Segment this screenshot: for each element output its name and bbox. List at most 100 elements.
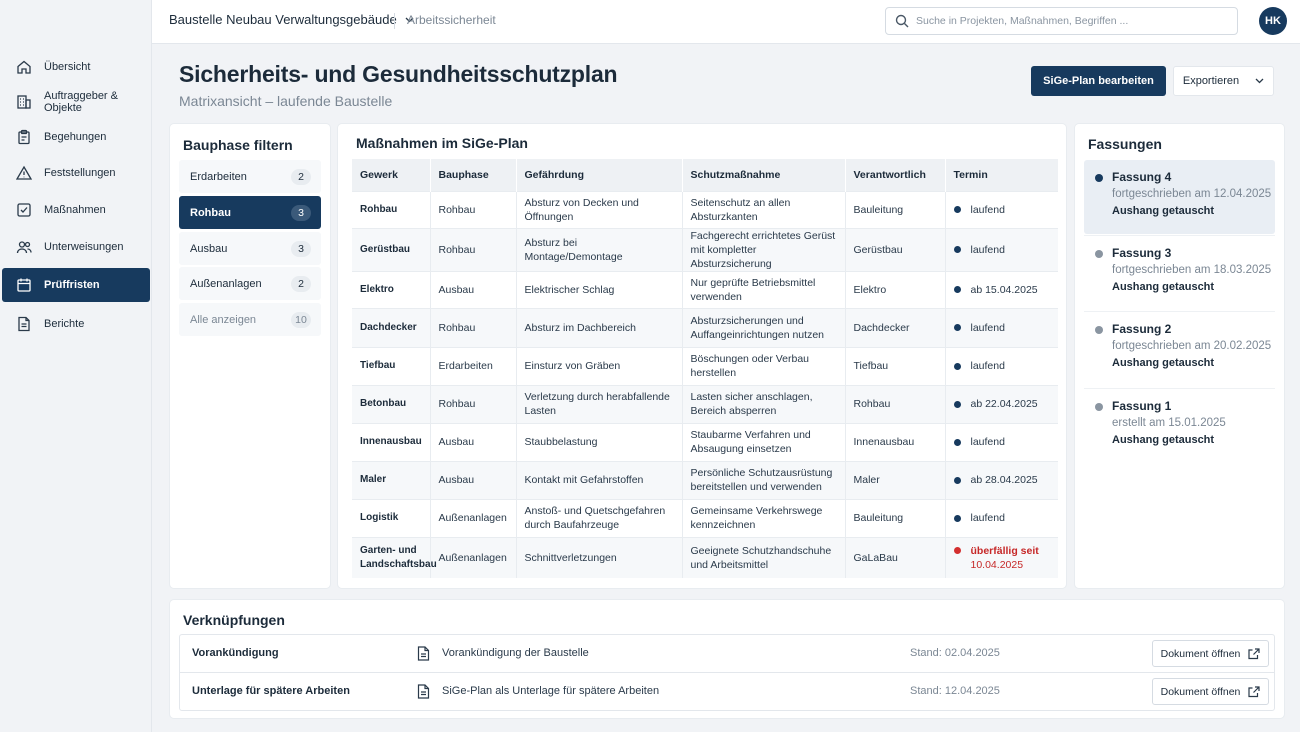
status-dot bbox=[953, 206, 961, 213]
export-button[interactable]: Exportieren bbox=[1173, 66, 1274, 96]
termin-text: laufend bbox=[971, 203, 1005, 217]
table-row[interactable]: Gerüstbau Rohbau Absturz bei Montage/Demon… bbox=[352, 227, 1058, 271]
termin-label: laufend bbox=[970, 243, 1005, 256]
version-dot bbox=[1095, 326, 1103, 334]
sidebar-item-feststellungen[interactable]: Feststellungen bbox=[2, 156, 150, 190]
sidebar-item-unterweisungen[interactable]: Unterweisungen bbox=[2, 230, 150, 264]
sidebar-item-massnahmen[interactable]: Maßnahmen bbox=[2, 193, 150, 227]
link-status: Stand: 12.04.2025 bbox=[910, 685, 1000, 697]
table-header-row: Gewerk Bauphase Gefährdung Schutzmaßnahm… bbox=[352, 159, 1058, 191]
sidebar-item-label: Prüffristen bbox=[44, 279, 100, 291]
cell-gefaehrdung: Absturz im Dachbereich bbox=[516, 307, 683, 347]
table-row[interactable]: Innenausbau Ausbau Staubbelastung Staubarme… bbox=[352, 422, 1058, 461]
termin-status: laufend bbox=[953, 511, 1051, 525]
sidebar-item-label: Unterweisungen bbox=[44, 241, 124, 253]
cell-verantwortlich: GaLaBau bbox=[845, 536, 946, 578]
column-header[interactable]: Gefährdung bbox=[516, 159, 683, 191]
termin-text: ab 15.04.2025 bbox=[971, 283, 1038, 297]
version-item[interactable]: Fassung 2 fortgeschrieben am 20.02.2025 … bbox=[1084, 312, 1275, 386]
termin-text: ab 28.04.2025 bbox=[971, 473, 1038, 487]
users-icon bbox=[16, 241, 32, 254]
cell-verantwortlich: Gerüstbau bbox=[845, 227, 946, 271]
cell-gewerk: Betonbau bbox=[352, 384, 431, 423]
links-panel: Verknüpfungen Vorankündigung Vorankündig… bbox=[170, 600, 1284, 718]
link-status: Stand: 02.04.2025 bbox=[910, 647, 1000, 659]
open-document-button[interactable]: Dokument öffnen bbox=[1152, 640, 1269, 667]
sidebar-item-prueffristen[interactable]: Prüffristen bbox=[2, 268, 150, 302]
cell-schutzmassnahme: Lasten sicher anschlagen, Bereich absper… bbox=[682, 384, 846, 423]
external-link-icon bbox=[1248, 685, 1260, 697]
cell-verantwortlich: Innenausbau bbox=[845, 422, 946, 461]
chevron-down-icon bbox=[1255, 78, 1264, 84]
project-select[interactable]: Baustelle Neubau Verwaltungsgebäude bbox=[169, 12, 414, 27]
termin-label: laufend bbox=[970, 436, 1005, 448]
breadcrumb[interactable]: Arbeitssicherheit bbox=[407, 13, 496, 27]
filter-item-ausbau[interactable]: Ausbau 3 bbox=[179, 232, 321, 265]
filter-item-aussenanlagen[interactable]: Außenanlagen 2 bbox=[179, 267, 321, 300]
status-dot bbox=[953, 547, 961, 555]
filter-item-erdarbeiten[interactable]: Erdarbeiten 2 bbox=[179, 160, 321, 193]
termin-text: laufend bbox=[971, 243, 1005, 257]
sidebar-item-uebersicht[interactable]: Übersicht bbox=[2, 50, 150, 84]
search-box[interactable] bbox=[885, 7, 1238, 35]
sidebar-item-berichte[interactable]: Berichte bbox=[2, 307, 150, 341]
version-action: Aushang getauscht bbox=[1112, 357, 1215, 369]
termin-status: laufend bbox=[953, 359, 1051, 373]
version-item[interactable]: Fassung 1 erstellt am 15.01.2025 Aushang… bbox=[1084, 389, 1275, 463]
sidebar-item-begehungen[interactable]: Begehungen bbox=[2, 120, 150, 154]
versions-title: Fassungen bbox=[1088, 136, 1162, 152]
termin-text: ab 22.04.2025 bbox=[971, 397, 1038, 411]
table-row[interactable]: Garten- und Landschaftsbau Außenanlagen Sc… bbox=[352, 536, 1058, 578]
warning-icon bbox=[16, 165, 32, 180]
avatar[interactable]: HK bbox=[1259, 7, 1287, 35]
sidebar-item-auftraggeber[interactable]: Auftraggeber & Objekte bbox=[2, 85, 150, 119]
column-header[interactable]: Verantwortlich bbox=[845, 159, 946, 191]
status-dot bbox=[953, 324, 961, 331]
checkbox-icon bbox=[17, 203, 31, 217]
termin-label: ab 28.04.2025 bbox=[970, 474, 1038, 486]
termin-status: laufend bbox=[953, 435, 1051, 449]
version-action: Aushang getauscht bbox=[1112, 205, 1215, 217]
termin-date: 10.04.2025 bbox=[970, 558, 1024, 571]
cell-verantwortlich: Tiefbau bbox=[845, 346, 946, 385]
cell-termin: laufend bbox=[945, 190, 1058, 228]
cell-schutzmassnahme: Staubarme Verfahren und Absaugung einset… bbox=[682, 422, 846, 461]
cell-bauphase: Rohbau bbox=[430, 307, 517, 347]
table-row[interactable]: Logistik Außenanlagen Anstoß- und Quetschg… bbox=[352, 498, 1058, 537]
table-row[interactable]: Dachdecker Rohbau Absturz im Dachbereich Ab… bbox=[352, 307, 1058, 347]
table-row[interactable]: Elektro Ausbau Elektrischer Schlag Nur gepr… bbox=[352, 270, 1058, 308]
filter-count-badge: 3 bbox=[291, 240, 311, 257]
search-input[interactable] bbox=[916, 15, 1216, 27]
sidebar-item-label: Feststellungen bbox=[44, 167, 116, 179]
table-row[interactable]: Maler Ausbau Kontakt mit Gefahrstoffen Pers… bbox=[352, 460, 1058, 499]
column-header[interactable]: Gewerk bbox=[352, 159, 431, 191]
column-header[interactable]: Bauphase bbox=[430, 159, 517, 191]
version-title: Fassung 3 bbox=[1112, 246, 1172, 260]
building-icon bbox=[17, 95, 31, 109]
table-row[interactable]: Tiefbau Erdarbeiten Einsturz von Gräben Bös… bbox=[352, 346, 1058, 385]
termin-text: laufend bbox=[971, 511, 1005, 525]
filter-label: Rohbau bbox=[190, 206, 231, 219]
table-row[interactable]: Rohbau Rohbau Absturz von Decken und Öffnu… bbox=[352, 190, 1058, 228]
termin-label: laufend bbox=[970, 512, 1005, 524]
link-name: Unterlage für spätere Arbeiten bbox=[192, 685, 350, 697]
sidebar-item-label: Berichte bbox=[44, 318, 85, 330]
column-header[interactable]: Termin bbox=[945, 159, 1058, 191]
cell-schutzmassnahme: Persönliche Schutzausrüstung bereitstell… bbox=[682, 460, 846, 499]
version-item[interactable]: Fassung 4 fortgeschrieben am 12.04.2025 … bbox=[1084, 160, 1275, 234]
filter-item-rohbau[interactable]: Rohbau 3 bbox=[179, 196, 321, 229]
project-name: Baustelle Neubau Verwaltungsgebäude bbox=[169, 12, 397, 27]
version-action: Aushang getauscht bbox=[1112, 434, 1215, 446]
edit-plan-button[interactable]: SiGe-Plan bearbeiten bbox=[1031, 66, 1166, 96]
cell-termin: laufend bbox=[945, 227, 1058, 271]
filter-count-badge: 2 bbox=[291, 275, 311, 292]
cell-termin: ab 22.04.2025 bbox=[945, 384, 1058, 423]
filter-item-alle[interactable]: Alle anzeigen 10 bbox=[179, 303, 321, 336]
cell-gewerk: Innenausbau bbox=[352, 422, 431, 461]
open-document-button[interactable]: Dokument öffnen bbox=[1152, 678, 1269, 705]
version-item[interactable]: Fassung 3 fortgeschrieben am 18.03.2025 … bbox=[1084, 236, 1275, 310]
termin-label: laufend bbox=[970, 321, 1005, 334]
cell-schutzmassnahme: Nur geprüfte Betriebsmittel verwenden bbox=[682, 270, 846, 308]
column-header[interactable]: Schutzmaßnahme bbox=[682, 159, 846, 191]
table-row[interactable]: Betonbau Rohbau Verletzung durch herabfall… bbox=[352, 384, 1058, 423]
